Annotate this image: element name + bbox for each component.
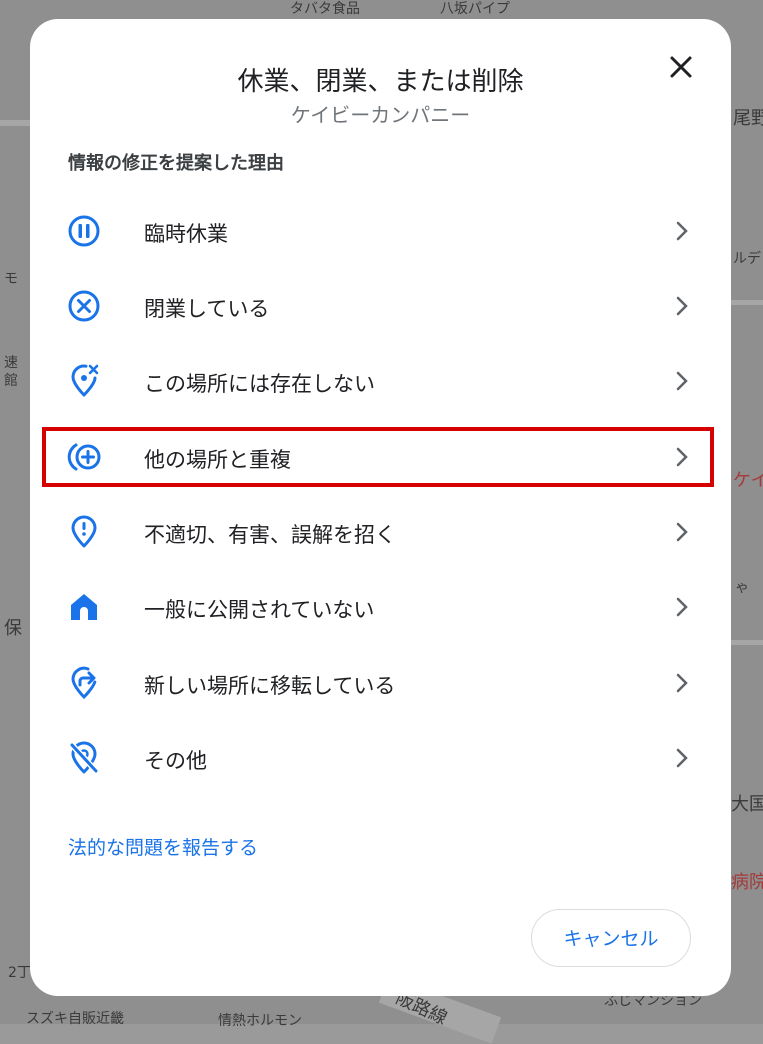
map-label: 病院 bbox=[731, 872, 763, 893]
location-alert-icon bbox=[71, 515, 97, 548]
dialog-title: 休業、閉業、または削除 bbox=[237, 67, 524, 97]
cancel-button[interactable]: キャンセル bbox=[531, 909, 691, 967]
reason-label: その他 bbox=[144, 749, 207, 773]
chevron-right-icon bbox=[676, 673, 688, 693]
map-label: 情熱ホルモン bbox=[218, 1013, 302, 1029]
reason-label: 新しい場所に移転している bbox=[144, 674, 396, 698]
chevron-right-icon bbox=[676, 748, 688, 768]
chevron-right-icon bbox=[676, 296, 688, 316]
home-icon bbox=[71, 594, 97, 620]
reason-does-not-exist[interactable]: この場所には存在しない bbox=[30, 344, 731, 418]
moved-location-icon bbox=[71, 666, 97, 700]
chevron-right-icon bbox=[676, 597, 688, 617]
reason-label: 一般に公開されていない bbox=[144, 598, 375, 622]
map-label: タバタ食品 bbox=[290, 1, 360, 17]
map-label: ケイ bbox=[733, 470, 763, 491]
pause-circle-icon bbox=[68, 215, 100, 247]
reason-other[interactable]: その他 bbox=[30, 721, 731, 795]
reason-label: 閉業している bbox=[144, 297, 270, 321]
map-label: スズキ自販近畿 bbox=[26, 1011, 124, 1027]
highlight-box bbox=[42, 427, 714, 487]
location-off-icon bbox=[71, 364, 99, 397]
reason-moved[interactable]: 新しい場所に移転している bbox=[30, 646, 731, 720]
map-label: ゃ bbox=[735, 580, 749, 596]
reason-private[interactable]: 一般に公開されていない bbox=[30, 570, 731, 644]
map-label: 尾野 bbox=[733, 108, 763, 129]
map-label: ルデ bbox=[733, 251, 761, 267]
reason-inappropriate[interactable]: 不適切、有害、誤解を招く bbox=[30, 495, 731, 569]
reason-label: この場所には存在しない bbox=[144, 372, 375, 396]
report-dialog: 休業、閉業、または削除 ケイビーカンパニー 情報の修正を提案した理由 臨時休業 … bbox=[30, 19, 731, 996]
reason-temporarily-closed[interactable]: 臨時休業 bbox=[30, 194, 731, 268]
chevron-right-icon bbox=[676, 371, 688, 391]
map-label: 保 bbox=[4, 618, 22, 639]
location-crossed-icon bbox=[69, 741, 99, 774]
close-button[interactable] bbox=[664, 50, 698, 84]
section-heading: 情報の修正を提案した理由 bbox=[68, 153, 284, 174]
reason-label: 臨時休業 bbox=[144, 222, 228, 246]
chevron-right-icon bbox=[676, 522, 688, 542]
place-name: ケイビーカンパニー bbox=[290, 103, 471, 127]
close-icon bbox=[670, 56, 692, 78]
map-label: 速 bbox=[4, 355, 18, 371]
map-label: 八坂パイプ bbox=[440, 1, 510, 17]
report-legal-issue-link[interactable]: 法的な問題を報告する bbox=[68, 833, 258, 860]
map-label: 2丁 bbox=[8, 965, 31, 981]
reason-permanently-closed[interactable]: 閉業している bbox=[30, 269, 731, 343]
close-circle-icon bbox=[68, 290, 100, 322]
reason-label: 不適切、有害、誤解を招く bbox=[144, 523, 396, 547]
map-label: モ bbox=[4, 271, 18, 287]
map-label: 大国 bbox=[731, 794, 763, 815]
chevron-right-icon bbox=[676, 221, 688, 241]
map-label: 館 bbox=[4, 373, 18, 389]
